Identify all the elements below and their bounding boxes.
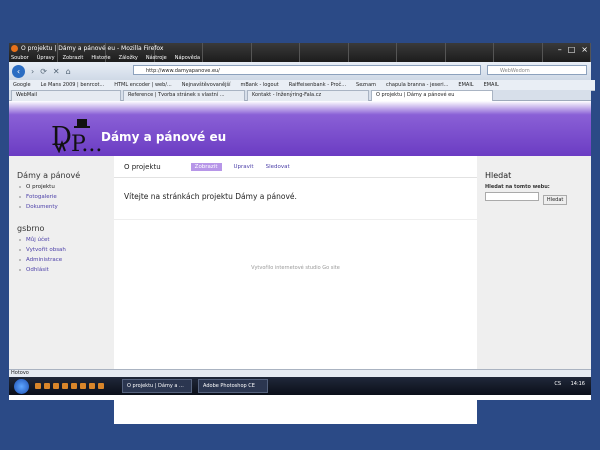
sidebar-title-user: gsbrno [17,224,45,233]
menu-tools[interactable]: Nástroje [146,55,167,61]
web-page: D P... Dámy a pánové eu Dámy a pánové O … [9,101,591,424]
sidebar-item-label: Můj účet [26,237,50,243]
site-name[interactable]: Dámy a pánové eu [101,130,226,144]
menu-bar: Soubor Úpravy Zobrazit Historie Záložky … [9,53,593,62]
address-bar[interactable]: http://www.damyapanove.eu/ [133,65,481,75]
start-button[interactable] [14,378,29,394]
bookmark-item[interactable]: EMAIL [484,82,499,88]
quicklaunch-icon[interactable] [98,383,104,389]
taskbar: O projektu | Dámy a ... Adobe Photoshop … [9,377,591,395]
back-icon[interactable]: ‹ [12,64,25,78]
tab-upravit[interactable]: Upravit [234,164,254,170]
bookmark-item[interactable]: HTML encoder | web/... [114,82,172,88]
sidebar-item-label: Vytvořit obsah [26,247,66,253]
bookmark-item[interactable]: Nejnavštěvovanější [182,82,231,88]
menu-history[interactable]: Historie [91,55,110,61]
forward-icon[interactable]: › [31,67,34,76]
sidebar-item-administrace[interactable]: Administrace [19,257,113,263]
bookmark-item[interactable]: Le Mans 2009 | benrcot... [41,82,105,88]
site-logo[interactable]: D P... [49,117,105,153]
right-sidebar: Hledat Hledat na tomto webu: Hledat [485,163,591,205]
bookmark-item[interactable]: Seznam [356,82,376,88]
site-header: D P... Dámy a pánové eu [9,101,591,156]
reload-icon[interactable]: ⟳ [40,67,47,76]
site-search-button[interactable]: Hledat [542,195,568,205]
bullet-icon [19,206,21,208]
site-credit[interactable]: Vytvořilo internetové studio Go site [114,265,477,271]
bullet-icon [19,239,21,241]
sidebar-item-vytvorit-obsah[interactable]: Vytvořit obsah [19,247,113,253]
bullet-icon [19,196,21,198]
quicklaunch-icon[interactable] [80,383,86,389]
user-menu: Můj účet Vytvořit obsah Administrace Odh… [9,237,113,273]
site-menu: O projektu Fotogalerie Dokumenty [9,184,113,210]
navigation-toolbar: ‹ › ⟳ ✕ ⌂ http://www.damyapanove.eu/ Web… [9,62,591,81]
browser-tab-strip: WebMail Reference | Tvorba stránek s vla… [9,90,591,102]
sidebar-item-dokumenty[interactable]: Dokumenty [19,204,113,210]
taskbar-item-photoshop[interactable]: Adobe Photoshop CE [198,379,268,393]
menu-view[interactable]: Zobrazit [63,55,84,61]
bookmark-item[interactable]: Raiffeisenbank - Proč... [289,82,346,88]
menu-edit[interactable]: Úpravy [37,55,55,61]
sidebar-item-fotogalerie[interactable]: Fotogalerie [19,194,113,200]
bullet-icon [19,259,21,261]
sidebar-item-muj-ucet[interactable]: Můj účet [19,237,113,243]
svg-text:P...: P... [71,132,102,153]
content-divider [114,219,477,220]
quicklaunch-icon[interactable] [35,383,41,389]
bullet-icon [19,269,21,271]
search-block-title: Hledat [485,171,512,180]
stop-icon[interactable]: ✕ [53,67,60,76]
page-title: O projektu [124,162,161,171]
bullet-icon [19,249,21,251]
sidebar-item-o-projektu[interactable]: O projektu [19,184,113,190]
quicklaunch-icon[interactable] [44,383,50,389]
firefox-icon [11,45,18,52]
search-input[interactable]: WebWedom [487,65,587,75]
sidebar-item-odhlasit[interactable]: Odhlásit [19,267,113,273]
quicklaunch-icon[interactable] [62,383,68,389]
quick-launch [35,383,104,389]
sidebar-title-site: Dámy a pánové [17,171,81,180]
tab-zobrazit[interactable]: Zobrazit [190,162,222,171]
sidebar-item-label: Administrace [26,257,63,263]
home-icon[interactable]: ⌂ [66,67,71,76]
svg-text:D: D [51,122,72,152]
quicklaunch-icon[interactable] [71,383,77,389]
quicklaunch-icon[interactable] [89,383,95,389]
clock[interactable]: 14:16 [571,381,585,387]
sidebar-item-label: O projektu [26,184,55,190]
bookmark-item[interactable]: mBank - logout [240,82,278,88]
content-tabs: O projektu Zobrazit Upravit Sledovat [114,156,477,178]
left-sidebar: Dámy a pánové O projektu Fotogalerie Dok… [9,163,113,277]
bullet-icon [19,186,21,188]
bookmark-item[interactable]: EMAIL [458,82,473,88]
tray-language[interactable]: CS [554,381,561,387]
sidebar-item-label: Fotogalerie [26,194,57,200]
menu-help[interactable]: Nápověda [175,55,200,61]
quicklaunch-icon[interactable] [53,383,59,389]
menu-bookmarks[interactable]: Záložky [119,55,138,61]
sidebar-item-label: Odhlásit [26,267,49,273]
site-search-input[interactable] [485,192,539,201]
tab-sledovat[interactable]: Sledovat [266,164,290,170]
window-title: O projektu | Dámy a pánové eu - Mozilla … [21,45,164,52]
bookmark-item[interactable]: Google [13,82,31,88]
status-bar: Hotovo [9,369,591,377]
welcome-text: Vítejte na stránkách projektu Dámy a pán… [124,192,297,201]
bookmark-item[interactable]: chapula branna - jeseri... [386,82,448,88]
menu-file[interactable]: Soubor [11,55,29,61]
taskbar-item-firefox[interactable]: O projektu | Dámy a ... [122,379,192,393]
sidebar-item-label: Dokumenty [26,204,58,210]
search-label: Hledat na tomto webu: [485,184,550,190]
